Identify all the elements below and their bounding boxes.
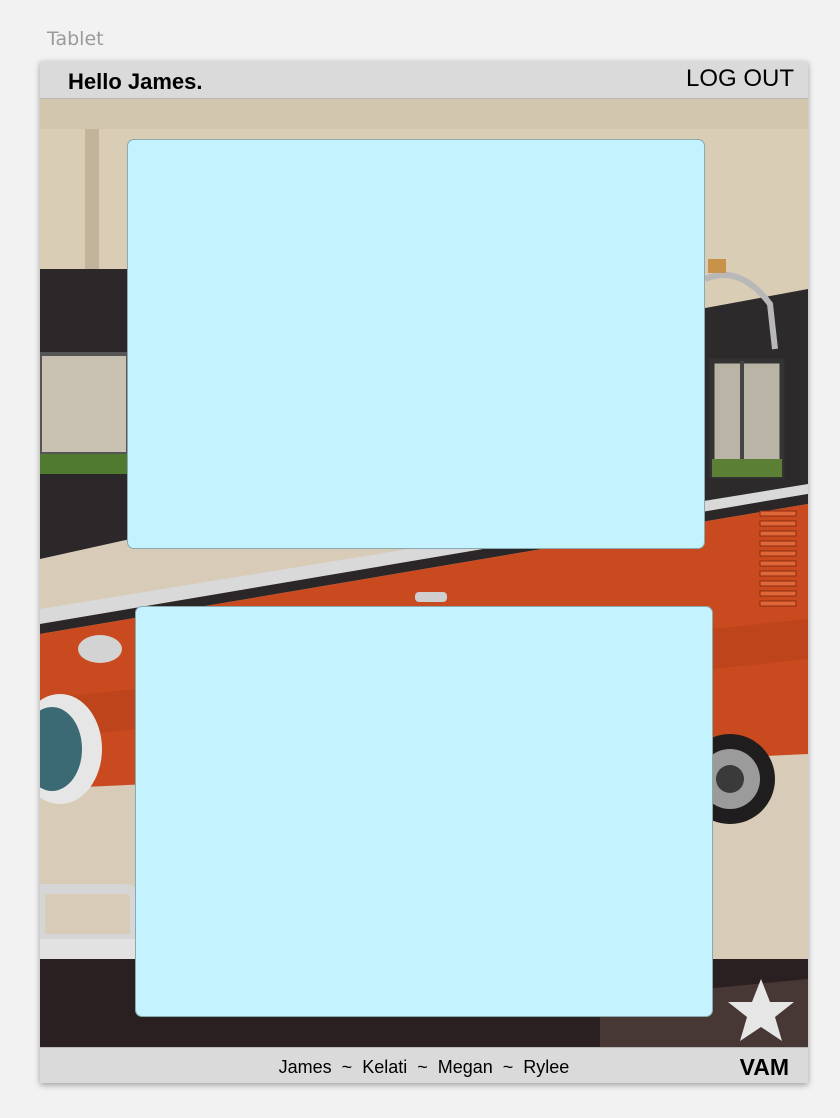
star-icon[interactable] xyxy=(726,975,796,1045)
separator: ~ xyxy=(417,1057,428,1077)
name-link-megan[interactable]: Megan xyxy=(438,1057,493,1077)
content-panel-bottom xyxy=(135,606,713,1017)
top-bar: Hello James. LOG OUT xyxy=(40,61,808,99)
frame-label: Tablet xyxy=(47,28,104,50)
content-panel-top xyxy=(127,139,705,549)
footer-bar: James ~ Kelati ~ Megan ~ Rylee VAM xyxy=(40,1047,808,1083)
separator: ~ xyxy=(341,1057,353,1077)
separator: ~ xyxy=(502,1057,514,1077)
name-link-kelati[interactable]: Kelati xyxy=(362,1057,407,1077)
tablet-frame: Hello James. LOG OUT James ~ Kelati ~ Me… xyxy=(40,61,808,1083)
logout-button[interactable]: LOG OUT xyxy=(686,65,794,93)
name-link-james[interactable]: James xyxy=(279,1057,332,1077)
brand-logo: VAM xyxy=(739,1054,789,1080)
name-link-rylee[interactable]: Rylee xyxy=(523,1057,569,1077)
greeting-text: Hello James. xyxy=(68,69,203,94)
name-list: James ~ Kelati ~ Megan ~ Rylee xyxy=(40,1057,808,1078)
